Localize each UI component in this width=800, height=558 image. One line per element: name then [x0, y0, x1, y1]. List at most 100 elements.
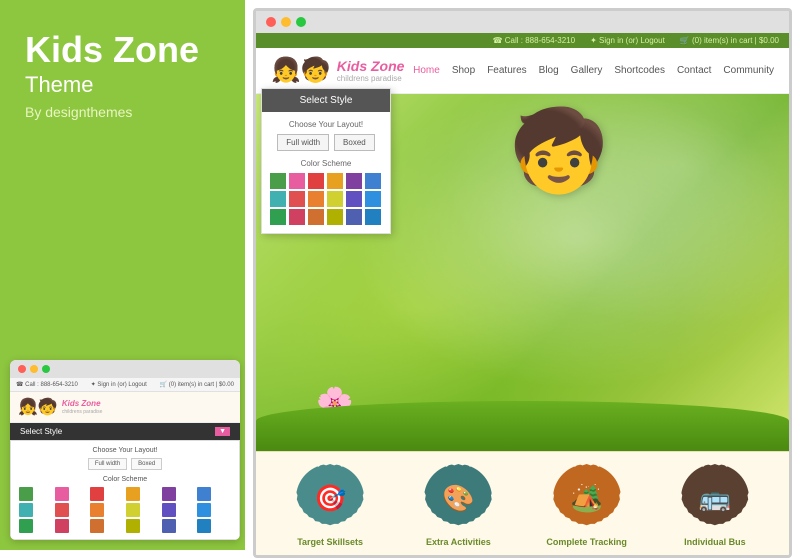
fullwidth-button[interactable]: Full width [277, 134, 329, 151]
mini-color-swatch[interactable] [197, 519, 211, 533]
color-swatch[interactable] [308, 191, 324, 207]
site-cart: 🛒 (0) item(s) in cart | $0.00 [680, 36, 779, 45]
browser-dot-green[interactable] [296, 17, 306, 27]
mini-color-swatch[interactable] [90, 487, 104, 501]
mini-color-swatch[interactable] [90, 503, 104, 517]
site-topbar: ☎ Call : 888-654-3210 ✦ Sign in (or) Log… [256, 33, 789, 48]
brand-subtitle: Theme [25, 72, 225, 98]
mini-logo-text: Kids Zone [62, 399, 103, 409]
site-logo: 👧🧒 Kids Zone childrens paradise [271, 56, 404, 85]
mini-color-swatch[interactable] [126, 503, 140, 517]
browser-dot-yellow[interactable] [281, 17, 291, 27]
mini-color-swatch[interactable] [19, 519, 33, 533]
feature-label: Individual Bus [684, 537, 746, 547]
mini-color-swatch[interactable] [162, 503, 176, 517]
feature-icon: 🏕️ [570, 483, 602, 514]
color-swatch[interactable] [289, 173, 305, 189]
hero-grass [256, 401, 789, 451]
mini-color-title: Color Scheme [19, 476, 231, 483]
mini-color-swatch[interactable] [55, 519, 69, 533]
color-swatch[interactable] [308, 209, 324, 225]
nav-item-shop[interactable]: Shop [452, 65, 475, 76]
mini-color-swatch[interactable] [126, 519, 140, 533]
nav-item-contact[interactable]: Contact [677, 65, 711, 76]
mini-fullwidth-button[interactable]: Full width [88, 458, 127, 470]
nav-item-gallery[interactable]: Gallery [571, 65, 603, 76]
mini-color-swatch[interactable] [90, 519, 104, 533]
site-logo-text-wrap: Kids Zone childrens paradise [337, 58, 405, 83]
mini-logo-icon: 👧🧒 [18, 397, 58, 417]
site-logo-icon: 👧🧒 [271, 56, 331, 85]
mini-style-panel: Choose Your Layout! Full width Boxed Col… [10, 440, 240, 540]
color-swatch[interactable] [308, 173, 324, 189]
feature-icon-wrap: 🎨 [424, 464, 492, 532]
mini-color-swatch[interactable] [19, 503, 33, 517]
feature-item: 🎯 Target Skillsets [285, 464, 375, 547]
color-grid [270, 173, 382, 225]
color-swatch[interactable] [346, 209, 362, 225]
color-swatch[interactable] [365, 173, 381, 189]
feature-item: 🏕️Complete Tracking [542, 464, 632, 547]
mini-color-swatch[interactable] [55, 487, 69, 501]
mini-color-grid [19, 487, 231, 533]
mini-color-swatch[interactable] [197, 503, 211, 517]
brand-title: Kids Zone [25, 30, 225, 70]
left-panel: Kids Zone Theme By designthemes ☎ Call :… [0, 0, 245, 550]
nav-item-shortcodes[interactable]: Shortcodes [614, 65, 665, 76]
color-swatch[interactable] [327, 209, 343, 225]
nav-item-home[interactable]: Home [413, 65, 440, 76]
feature-label: Extra Activities [426, 537, 491, 547]
mini-cart: 🛒 (0) item(s) in cart | $0.00 [160, 381, 234, 388]
nav-item-features[interactable]: Features [487, 65, 526, 76]
brand-by: By designthemes [25, 104, 225, 120]
color-swatch[interactable] [270, 191, 286, 207]
feature-icon-wrap: 🏕️ [553, 464, 621, 532]
color-swatch[interactable] [346, 191, 362, 207]
mini-boxed-button[interactable]: Boxed [131, 458, 162, 470]
color-swatch[interactable] [365, 191, 381, 207]
mini-layout-title: Choose Your Layout! [19, 447, 231, 454]
mini-dot-yellow [30, 365, 38, 373]
site-call: ☎ Call : 888-654-3210 [493, 36, 575, 45]
mini-select-style-label: Select Style [20, 427, 62, 436]
boxed-button[interactable]: Boxed [334, 134, 375, 151]
color-swatch[interactable] [346, 173, 362, 189]
select-style-body: Choose Your Layout! Full width Boxed Col… [262, 112, 390, 233]
layout-section-title: Choose Your Layout! [270, 120, 382, 129]
color-swatch[interactable] [365, 209, 381, 225]
mini-color-swatch[interactable] [162, 487, 176, 501]
mini-color-swatch[interactable] [55, 503, 69, 517]
hero-girl: 🧒 [509, 104, 609, 198]
site-logo-tagline: childrens paradise [337, 74, 405, 83]
mini-select-style-button[interactable]: Select Style ▼ [10, 423, 240, 440]
feature-icon: 🎯 [314, 483, 346, 514]
mini-topbar: ☎ Call : 888-654-3210 ✦ Sign in (or) Log… [10, 378, 240, 392]
main-browser: ☎ Call : 888-654-3210 ✦ Sign in (or) Log… [253, 8, 792, 558]
mini-header: 👧🧒 Kids Zone childrens paradise [10, 392, 240, 423]
features-row: 🎯 Target Skillsets 🎨 Extra Activities 🏕️Comp… [256, 451, 789, 555]
mini-color-swatch[interactable] [126, 487, 140, 501]
mini-dot-green [42, 365, 50, 373]
nav-item-community[interactable]: Community [723, 65, 774, 76]
mini-call: ☎ Call : 888-654-3210 [16, 381, 78, 388]
browser-dot-red[interactable] [266, 17, 276, 27]
color-swatch[interactable] [327, 173, 343, 189]
mini-logo-wrap: Kids Zone childrens paradise [62, 399, 103, 415]
feature-icon: 🎨 [442, 483, 474, 514]
color-swatch[interactable] [270, 209, 286, 225]
feature-icon-wrap: 🎯 [296, 464, 364, 532]
mini-color-swatch[interactable] [197, 487, 211, 501]
mini-color-swatch[interactable] [162, 519, 176, 533]
feature-label: Target Skillsets [297, 537, 363, 547]
layout-buttons: Full width Boxed [270, 134, 382, 151]
mini-color-swatch[interactable] [19, 487, 33, 501]
mini-browser-chrome [10, 360, 240, 378]
nav-item-blog[interactable]: Blog [539, 65, 559, 76]
color-swatch[interactable] [289, 209, 305, 225]
color-swatch[interactable] [327, 191, 343, 207]
website-container: ☎ Call : 888-654-3210 ✦ Sign in (or) Log… [256, 33, 789, 555]
mini-select-style-arrow: ▼ [215, 427, 230, 436]
mini-layout-buttons: Full width Boxed [19, 458, 231, 470]
color-swatch[interactable] [270, 173, 286, 189]
color-swatch[interactable] [289, 191, 305, 207]
